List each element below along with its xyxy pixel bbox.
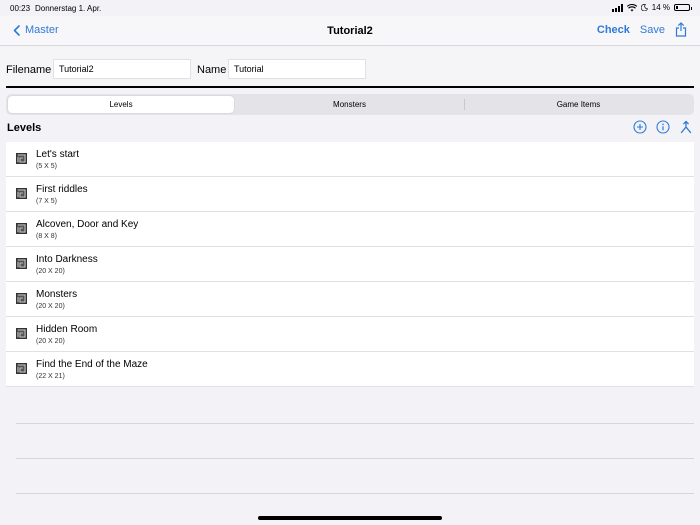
empty-row-separator <box>16 423 694 424</box>
battery-percent: 14 % <box>651 3 670 12</box>
level-size: (22 X 21) <box>36 373 65 380</box>
form-divider <box>6 86 694 88</box>
level-size: (20 X 20) <box>36 338 65 345</box>
share-icon[interactable] <box>675 22 687 37</box>
level-row[interactable]: Hidden Room (20 X 20) <box>6 317 694 352</box>
level-size: (20 X 20) <box>36 268 65 275</box>
level-row[interactable]: Into Darkness (20 X 20) <box>6 247 694 282</box>
level-row[interactable]: Let's start (5 X 5) <box>6 142 694 177</box>
level-row[interactable]: Find the End of the Maze (22 X 21) <box>6 352 694 387</box>
file-form: Filename Name <box>0 47 700 88</box>
section-title: Levels <box>7 122 42 134</box>
level-title: Into Darkness <box>36 254 98 265</box>
cellular-signal-icon <box>611 3 623 12</box>
name-field[interactable] <box>228 59 366 79</box>
level-title: Let's start <box>36 149 80 160</box>
check-button[interactable]: Check <box>597 24 630 36</box>
level-row[interactable]: Alcoven, Door and Key (8 X 8) <box>6 212 694 247</box>
level-size: (20 X 20) <box>36 303 65 310</box>
status-bar: 00:23 Donnerstag 1. Apr. 14 % <box>0 0 700 16</box>
wifi-icon <box>626 3 637 11</box>
info-icon[interactable] <box>656 120 670 134</box>
level-row[interactable]: Monsters (20 X 20) <box>6 282 694 317</box>
section-actions <box>633 120 693 134</box>
nav-actions: Check Save <box>597 22 687 37</box>
status-date: Donnerstag 1. Apr. <box>35 4 102 13</box>
maze-icon <box>16 328 27 339</box>
maze-icon <box>16 223 27 234</box>
maze-icon <box>16 153 27 164</box>
tab-levels[interactable]: Levels <box>8 96 234 113</box>
status-time: 00:23 <box>10 4 31 13</box>
level-title: Find the End of the Maze <box>36 359 148 370</box>
maze-icon <box>16 188 27 199</box>
level-title: Monsters <box>36 289 78 300</box>
levels-list: Let's start (5 X 5) First riddles (7 X 5) Al… <box>6 142 694 387</box>
tab-game-items[interactable]: Game Items <box>465 96 692 113</box>
level-size: (8 X 8) <box>36 233 58 240</box>
add-circle-icon[interactable] <box>633 120 647 134</box>
maze-icon <box>16 293 27 304</box>
empty-row-separator <box>16 458 694 459</box>
save-button[interactable]: Save <box>640 24 665 36</box>
moon-icon <box>640 4 648 11</box>
maze-icon <box>16 363 27 374</box>
filename-field[interactable] <box>53 59 191 79</box>
merge-icon[interactable] <box>679 120 693 134</box>
page-title: Tutorial2 <box>327 25 373 37</box>
empty-row-separator <box>16 493 694 494</box>
maze-icon <box>16 258 27 269</box>
tab-monsters[interactable]: Monsters <box>236 96 463 113</box>
level-title: First riddles <box>36 184 88 195</box>
level-title: Alcoven, Door and Key <box>36 219 139 230</box>
level-row[interactable]: First riddles (7 X 5) <box>6 177 694 212</box>
filename-label: Filename <box>6 64 52 76</box>
navigation-bar: Master Tutorial2 Check Save <box>0 16 700 46</box>
home-indicator[interactable] <box>258 516 442 520</box>
level-size: (5 X 5) <box>36 163 58 170</box>
segmented-control: Levels Monsters Game Items <box>6 94 694 115</box>
level-size: (7 X 5) <box>36 198 58 205</box>
level-title: Hidden Room <box>36 324 98 335</box>
name-label: Name <box>197 64 227 76</box>
battery-icon <box>674 4 692 11</box>
status-indicators: 14 % <box>611 3 692 12</box>
